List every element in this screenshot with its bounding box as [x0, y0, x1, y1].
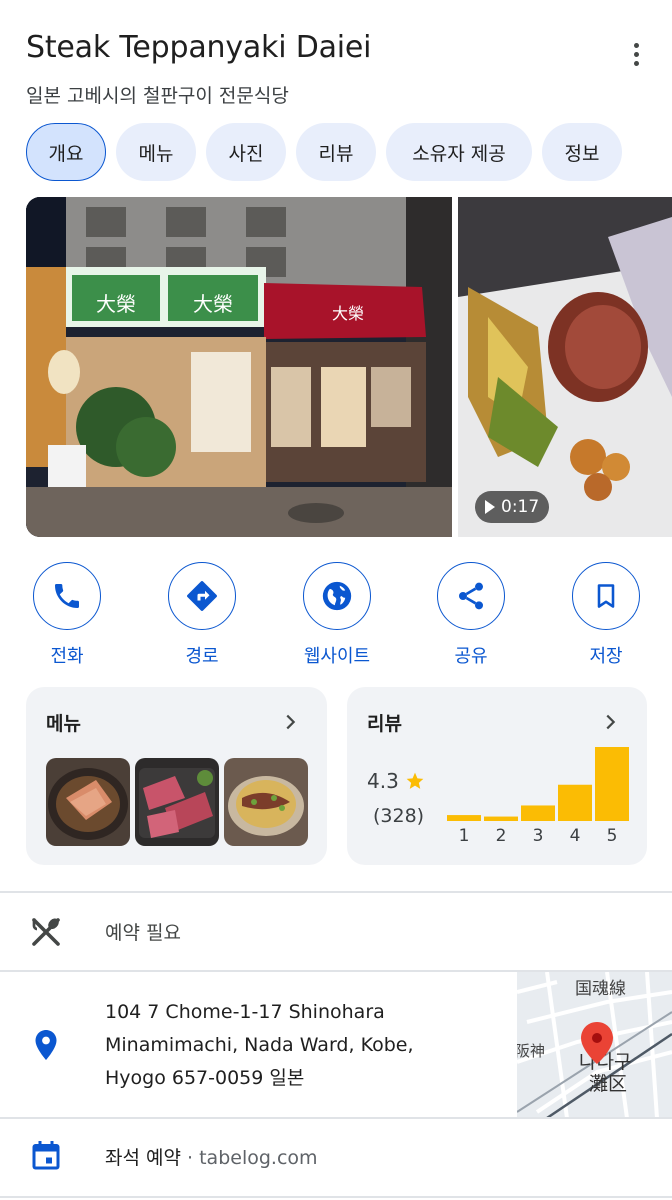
- address-line: Minamimachi, Nada Ward, Kobe,: [105, 1034, 414, 1056]
- call-button[interactable]: 전화: [17, 562, 117, 668]
- save-label: 저장: [589, 646, 623, 667]
- share-button[interactable]: 공유: [421, 562, 521, 668]
- map-label: 灘区: [589, 1073, 627, 1095]
- rating-bar-3: [521, 805, 555, 821]
- rating-distribution-chart: 1 2 3 4 5: [447, 743, 635, 843]
- star-icon: [406, 772, 424, 789]
- rating-bar-2: [484, 816, 518, 821]
- rating-bar-5: [595, 747, 629, 821]
- rating-bar-label: 1: [459, 826, 470, 843]
- divider: [0, 1117, 672, 1119]
- map-label: 国魂線: [575, 979, 626, 999]
- call-label: 전화: [50, 646, 84, 667]
- website-label: 웹사이트: [303, 646, 371, 667]
- video-duration-badge: 0:17: [475, 491, 550, 523]
- tab-bar: 개요 메뉴 사진 리뷰 소유자 제공 정보: [26, 123, 622, 183]
- more-options-icon[interactable]: [620, 38, 652, 70]
- chevron-right-icon: [286, 714, 296, 730]
- share-icon: [459, 582, 483, 610]
- divider: [0, 891, 672, 893]
- map-label: 阪神: [517, 1042, 545, 1060]
- menu-photo[interactable]: [224, 758, 308, 846]
- bookmark-icon: [597, 584, 615, 608]
- reservation-required: 예약 필요: [105, 922, 181, 944]
- tab-owner-provided[interactable]: 소유자 제공: [386, 123, 532, 181]
- directions-icon: [187, 581, 217, 611]
- tab-photos[interactable]: 사진: [206, 123, 286, 181]
- booking-link[interactable]: 좌석 예약 · tabelog.com: [105, 1143, 318, 1170]
- address-text[interactable]: 104 7 Chome-1-17 Shinohara Minamimachi, …: [105, 996, 485, 1095]
- tab-menu[interactable]: 메뉴: [116, 123, 196, 181]
- video-duration: 0:17: [501, 497, 540, 517]
- website-button[interactable]: 웹사이트: [287, 562, 387, 668]
- rating-bar-label: 5: [607, 826, 618, 843]
- rating-bar-label: 4: [570, 826, 581, 843]
- calendar-icon: [32, 1141, 60, 1170]
- rating-bar-label: 2: [496, 826, 507, 843]
- menu-photo[interactable]: [135, 758, 219, 846]
- booking-source: tabelog.com: [199, 1147, 318, 1169]
- directions-label: 경로: [185, 646, 219, 667]
- address-line: 104 7 Chome-1-17 Shinohara: [105, 1001, 385, 1023]
- menu-card-title: 메뉴: [46, 713, 81, 735]
- booking-separator: ·: [187, 1147, 194, 1169]
- tab-about[interactable]: 정보: [542, 123, 622, 181]
- action-bar: 전화 경로 웹사이트 공유 저장: [0, 562, 672, 667]
- food-video-thumbnail[interactable]: 0:17: [458, 197, 672, 537]
- review-count: (328): [373, 805, 425, 827]
- phone-icon: [55, 584, 79, 608]
- review-card-title: 리뷰: [367, 713, 402, 735]
- rating-summary: 4.3: [367, 769, 425, 793]
- rating-value: 4.3: [367, 769, 399, 793]
- menu-card[interactable]: 메뉴: [26, 687, 327, 865]
- location-pin-icon: [35, 1030, 57, 1060]
- sign-text-3: 大榮: [332, 304, 364, 323]
- storefront-photo[interactable]: 大榮 大榮 大榮: [26, 197, 452, 537]
- tab-overview[interactable]: 개요: [26, 123, 106, 181]
- rating-bar-1: [447, 815, 481, 821]
- restaurant-icon: [32, 918, 60, 946]
- address-line: Hyogo 657-0059 일본: [105, 1067, 305, 1089]
- save-button[interactable]: 저장: [556, 562, 656, 668]
- play-icon: [485, 500, 495, 514]
- share-label: 공유: [454, 646, 488, 667]
- sign-text-2: 大榮: [193, 292, 233, 316]
- rating-bar-4: [558, 784, 592, 821]
- chevron-right-icon: [606, 714, 616, 730]
- tab-reviews[interactable]: 리뷰: [296, 123, 376, 181]
- map-thumbnail[interactable]: 国魂線 阪神 나다구 灘区: [517, 972, 672, 1118]
- rating-bar-label: 3: [533, 826, 544, 843]
- place-title: Steak Teppanyaki Daiei: [26, 30, 372, 65]
- booking-label: 좌석 예약: [105, 1147, 181, 1169]
- menu-photo[interactable]: [46, 758, 130, 846]
- globe-icon: [322, 581, 352, 611]
- directions-button[interactable]: 경로: [152, 562, 252, 668]
- photo-carousel[interactable]: 大榮 大榮 大榮 0:17: [26, 197, 672, 537]
- place-subtitle: 일본 고베시의 철판구이 전문식당: [26, 85, 289, 107]
- review-card[interactable]: 리뷰 4.3 (328) 1 2 3 4 5: [347, 687, 647, 865]
- divider: [0, 1196, 672, 1198]
- sign-text-1: 大榮: [96, 292, 136, 316]
